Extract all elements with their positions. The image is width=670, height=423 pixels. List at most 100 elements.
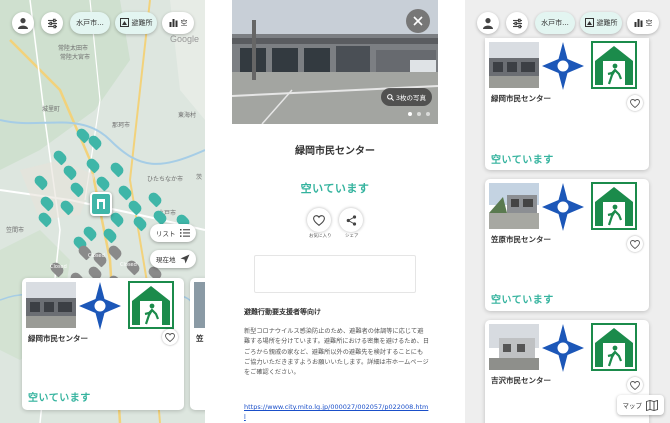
vacancy-filter-chip[interactable]: 空 xyxy=(162,12,194,34)
next-shelter-card[interactable]: 笠 xyxy=(190,278,205,410)
divider xyxy=(205,0,232,423)
shelter-filter-chip[interactable]: 避難所 xyxy=(580,12,622,34)
heart-icon xyxy=(630,380,640,390)
carousel-dot[interactable] xyxy=(408,112,412,116)
sliders-icon xyxy=(512,18,522,28)
heart-icon xyxy=(630,98,640,108)
heart-icon xyxy=(313,214,325,226)
city-filter-chip[interactable]: 水戸市... xyxy=(535,12,575,34)
shelter-photo xyxy=(489,183,539,229)
favorite-button[interactable] xyxy=(162,329,178,345)
shelter-detail-screen: 3枚の写真 緑岡市民センター 空いています お気に入り シェア 避難行動要支援者… xyxy=(232,0,438,423)
selected-shelter-pin[interactable] xyxy=(90,192,112,216)
map-place-label: 常陸大宮市 xyxy=(60,54,91,61)
vacancy-status: 空いています xyxy=(491,295,554,306)
top-toolbar: 水戸市... 避難所 空 xyxy=(0,12,205,34)
bar-chart-icon xyxy=(634,18,643,29)
top-toolbar: 水戸市... 避難所 空 xyxy=(465,12,670,34)
vacancy-filter-label: 空 xyxy=(645,19,653,27)
section-body: 新型コロナウイルス感染防止のため、避難者の体調等に応じて避難する場所を分けていま… xyxy=(244,328,430,377)
carousel-dot[interactable] xyxy=(417,112,421,116)
map-icon xyxy=(646,399,658,411)
map-place-label: 笠間市 xyxy=(6,227,25,234)
divider xyxy=(438,0,465,423)
sliders-icon xyxy=(47,18,57,28)
shelter-title: 緑岡市民センター xyxy=(295,146,375,157)
shelter-filter-label: 避難所 xyxy=(131,19,153,27)
favorite-button[interactable] xyxy=(627,377,643,393)
magnifier-icon xyxy=(386,93,394,101)
shelter-photo xyxy=(194,282,205,328)
vacancy-status: 空いています xyxy=(491,155,554,166)
shelter-list-item[interactable]: 笠原市民センター 空いています xyxy=(485,179,649,311)
shelter-name: 緑岡市民センター xyxy=(28,334,88,343)
vacancy-filter-label: 空 xyxy=(180,19,188,27)
list-view-label: リスト xyxy=(156,230,176,238)
map-place-label: 城里町 xyxy=(42,106,61,113)
shelter-filter-label: 避難所 xyxy=(596,19,618,27)
closed-pin-label: Closed xyxy=(88,253,105,259)
map-place-label: 那珂市 xyxy=(112,122,131,129)
google-logo: Google xyxy=(170,34,200,44)
navigation-arrow-icon xyxy=(180,254,190,264)
shelter-name: 吉沢市民センター xyxy=(491,376,551,385)
carousel-dot[interactable] xyxy=(426,112,430,116)
shelter-icon xyxy=(584,17,594,29)
favorite-button[interactable] xyxy=(627,236,643,252)
city-website-link[interactable]: https://www.city.mito.lg.jp/000027/00205… xyxy=(244,402,429,422)
bar-chart-icon xyxy=(169,18,178,29)
photo-count-badge[interactable]: 3枚の写真 xyxy=(380,88,432,106)
shelter-photo-carousel[interactable]: 3枚の写真 xyxy=(232,0,438,124)
closed-pin-label: Closed xyxy=(50,264,67,270)
heart-icon xyxy=(630,239,640,249)
evacuation-shelter-icon xyxy=(591,323,637,371)
share-label: シェア xyxy=(345,234,359,239)
map-screen: 常陸太田市 常陸大宮市 那珂市 城里町 ひたちなか市 東海村 水戸市 笠間市 茨… xyxy=(0,0,205,423)
map-place-label: ひたちなか市 xyxy=(147,176,184,183)
city-filter-chip[interactable]: 水戸市... xyxy=(70,12,110,34)
filter-button[interactable] xyxy=(506,12,528,34)
favorite-button[interactable] xyxy=(627,95,643,111)
shelter-filter-chip[interactable]: 避難所 xyxy=(115,12,157,34)
list-view-button[interactable]: リスト xyxy=(150,224,196,242)
close-button[interactable] xyxy=(406,9,430,33)
shelter-name: 笠 xyxy=(196,334,204,343)
star-emblem-icon xyxy=(541,182,585,232)
ad-placeholder xyxy=(254,255,416,293)
closed-pin-label: Closed xyxy=(120,262,137,268)
shelter-photo xyxy=(489,42,539,88)
share-button[interactable] xyxy=(339,208,363,232)
section-heading: 避難行動要支援者等向け xyxy=(244,308,321,316)
shelter-name: 笠原市民センター xyxy=(491,235,551,244)
photo-count-label: 3枚の写真 xyxy=(395,94,426,102)
user-icon xyxy=(483,18,493,29)
map-place-label: 東海村 xyxy=(178,112,197,119)
shelter-name: 緑岡市民センター xyxy=(491,94,551,103)
vacancy-filter-chip[interactable]: 空 xyxy=(627,12,659,34)
map-place-label: 茨 xyxy=(196,174,203,181)
close-icon xyxy=(413,16,423,26)
carousel-indicator xyxy=(408,112,430,116)
list-icon xyxy=(180,229,190,237)
favorite-label: お気に入り xyxy=(309,234,332,239)
profile-button[interactable] xyxy=(477,12,499,34)
evacuation-shelter-icon xyxy=(591,41,637,89)
shelter-list-item[interactable]: 緑岡市民センター 空いています xyxy=(485,38,649,170)
current-location-button[interactable]: 現在地 xyxy=(150,250,196,268)
star-emblem-icon xyxy=(541,41,585,91)
star-emblem-icon xyxy=(541,323,585,373)
shelter-photo xyxy=(26,282,76,328)
share-icon xyxy=(346,214,356,226)
vacancy-status: 空いています xyxy=(28,393,91,404)
favorite-button[interactable] xyxy=(307,208,331,232)
shelter-list-screen: 水戸市... 避難所 空 緑岡市民センター 空いています 笠原市民センター 空い… xyxy=(465,0,670,423)
filter-button[interactable] xyxy=(41,12,63,34)
profile-button[interactable] xyxy=(12,12,34,34)
heart-icon xyxy=(165,332,175,342)
shelter-card[interactable]: 緑岡市民センター 空いています xyxy=(22,278,184,410)
current-location-label: 現在地 xyxy=(156,256,176,264)
evacuation-shelter-icon xyxy=(128,281,174,329)
city-filter-label: 水戸市... xyxy=(76,19,104,27)
shelter-photo xyxy=(489,324,539,370)
map-view-button[interactable]: マップ xyxy=(616,395,664,415)
